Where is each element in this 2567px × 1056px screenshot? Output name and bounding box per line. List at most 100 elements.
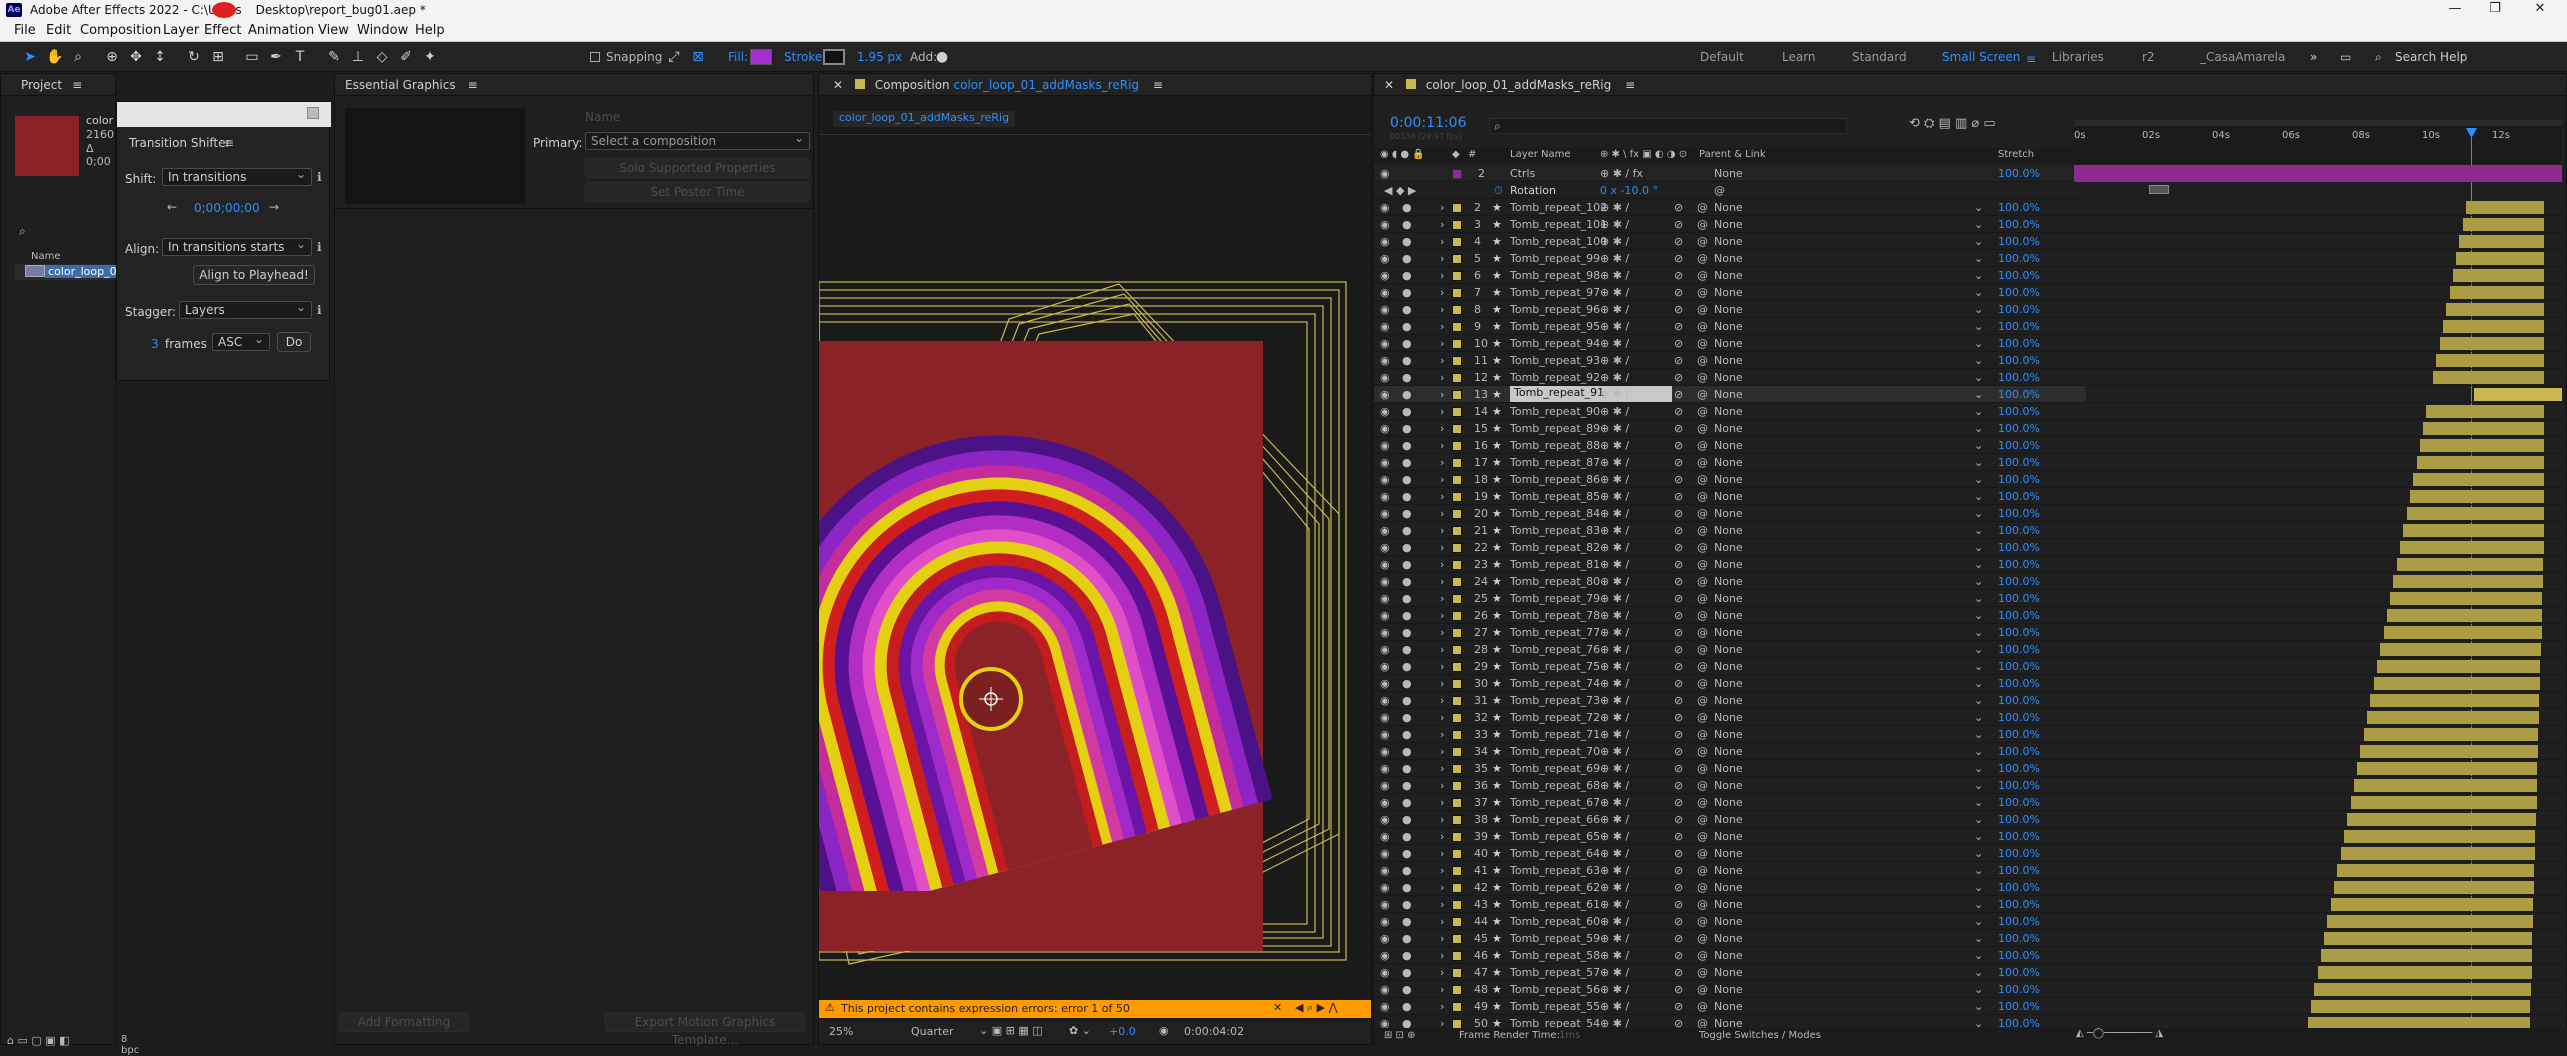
menu-help[interactable]: Help <box>415 23 445 38</box>
pickwhip-icon[interactable]: @ <box>1697 898 1708 911</box>
layer-duration-bar[interactable] <box>2403 524 2544 537</box>
pickwhip-icon[interactable]: @ <box>1697 269 1708 282</box>
solo-dot-icon[interactable]: ● <box>1402 728 1412 741</box>
layer-row[interactable]: ◉ ● › 42 ★ Tomb_repeat_62 ⊕ ✱ / ⊘ @ None ⌄ 100.0% <box>1374 879 2086 896</box>
expand-icon[interactable]: › <box>1440 303 1444 316</box>
stretch-value[interactable]: 100.0% <box>1998 405 2040 418</box>
layer-duration-bar[interactable] <box>2380 643 2541 656</box>
layer-name[interactable]: Tomb_repeat_75 <box>1510 660 1600 673</box>
parent-dropdown[interactable]: None <box>1714 541 1743 554</box>
layer-row[interactable]: ◉ ● › 10 ★ Tomb_repeat_94 ⊕ ✱ / ⊘ @ None ⌄ 100.0% <box>1374 335 2086 352</box>
motion-blur-icon[interactable]: ⊘ <box>1674 575 1683 588</box>
monitor-icon[interactable]: ▭ <box>2340 50 2351 64</box>
layer-name[interactable]: Tomb_repeat_56 <box>1510 983 1600 996</box>
expand-icon[interactable]: › <box>1440 796 1444 809</box>
layer-duration-bar[interactable] <box>2317 966 2532 979</box>
expand-icon[interactable]: › <box>1440 966 1444 979</box>
stretch-value[interactable]: 100.0% <box>1998 371 2040 384</box>
resolution-dropdown[interactable]: Quarter <box>911 1025 954 1038</box>
layer-name[interactable]: Tomb_repeat_66 <box>1510 813 1600 826</box>
layer-switch-icons[interactable]: ⊕ ✱ / <box>1600 320 1629 333</box>
layer-name[interactable]: Tomb_repeat_76 <box>1510 643 1600 656</box>
parent-dropdown[interactable]: None <box>1714 779 1743 792</box>
label-swatch-icon[interactable] <box>1452 594 1462 604</box>
parent-dropdown[interactable]: None <box>1714 881 1743 894</box>
stroke-width[interactable]: 1.95 px <box>857 50 902 64</box>
menu-view[interactable]: View <box>318 23 349 38</box>
shift-time-value[interactable]: 0;00;00;00 <box>194 201 260 215</box>
eye-icon[interactable]: ◉ <box>1380 694 1390 707</box>
parent-dropdown-arrow-icon[interactable]: ⌄ <box>1974 847 1983 860</box>
motion-blur-icon[interactable]: ⊘ <box>1674 235 1683 248</box>
expand-icon[interactable]: › <box>1440 456 1444 469</box>
expand-icon[interactable]: › <box>1440 592 1444 605</box>
layer-name[interactable]: Tomb_repeat_97 <box>1510 286 1600 299</box>
parent-dropdown[interactable]: None <box>1714 439 1743 452</box>
eye-icon[interactable]: ◉ <box>1380 762 1390 775</box>
eye-icon[interactable]: ◉ <box>1380 320 1390 333</box>
layer-row[interactable]: ◉ ● › 12 ★ Tomb_repeat_92 ⊕ ✱ / ⊘ @ None ⌄ 100.0% <box>1374 369 2086 386</box>
parent-dropdown[interactable]: None <box>1714 252 1743 265</box>
stretch-value[interactable]: 100.0% <box>1998 949 2040 962</box>
label-swatch-icon[interactable] <box>1452 441 1462 451</box>
expand-icon[interactable]: › <box>1440 507 1444 520</box>
eye-icon[interactable]: ◉ <box>1380 915 1390 928</box>
eye-icon[interactable]: ◉ <box>1380 949 1390 962</box>
layer-duration-bar[interactable] <box>2310 1000 2531 1013</box>
layer-switch-icons[interactable]: ⊕ ✱ / <box>1600 592 1629 605</box>
menu-animation[interactable]: Animation <box>248 23 314 38</box>
pickwhip-icon[interactable]: @ <box>1697 507 1708 520</box>
parent-dropdown-arrow-icon[interactable]: ⌄ <box>1974 439 1983 452</box>
motion-blur-icon[interactable]: ⊘ <box>1674 949 1683 962</box>
eye-icon[interactable]: ◉ <box>1380 269 1390 282</box>
expand-icon[interactable]: › <box>1440 388 1444 401</box>
layer-row[interactable]: ◉ ● › 17 ★ Tomb_repeat_87 ⊕ ✱ / ⊘ @ None ⌄ 100.0% <box>1374 454 2086 471</box>
pickwhip-icon[interactable]: @ <box>1697 915 1708 928</box>
solo-dot-icon[interactable]: ● <box>1402 507 1412 520</box>
eye-icon[interactable]: ◉ <box>1380 983 1390 996</box>
label-swatch-icon[interactable] <box>1452 237 1462 247</box>
stretch-value[interactable]: 100.0% <box>1998 473 2040 486</box>
parent-dropdown[interactable]: None <box>1714 354 1743 367</box>
solo-dot-icon[interactable]: ● <box>1402 898 1412 911</box>
layer-switch-icons[interactable]: ⊕ ✱ / <box>1600 830 1629 843</box>
label-swatch-icon[interactable] <box>1452 781 1462 791</box>
eraser-tool-icon[interactable]: ◇ <box>374 49 390 65</box>
layer-duration-bar[interactable] <box>2373 677 2540 690</box>
layer-switch-icons[interactable]: ⊕ ✱ / <box>1600 337 1629 350</box>
search-icon[interactable]: ⌕ <box>2375 50 2382 65</box>
parent-dropdown-arrow-icon[interactable]: ⌄ <box>1974 830 1983 843</box>
eye-icon[interactable]: ◉ <box>1380 813 1390 826</box>
layer-duration-bar[interactable] <box>2409 490 2544 503</box>
motion-blur-icon[interactable]: ⊘ <box>1674 609 1683 622</box>
solo-dot-icon[interactable]: ● <box>1402 354 1412 367</box>
parent-dropdown[interactable]: None <box>1714 915 1743 928</box>
parent-dropdown[interactable]: None <box>1714 796 1743 809</box>
expand-icon[interactable]: › <box>1440 541 1444 554</box>
snapshot-icon[interactable]: ◉ <box>1159 1024 1169 1037</box>
motion-blur-icon[interactable]: ⊘ <box>1674 779 1683 792</box>
expand-icon[interactable]: › <box>1440 354 1444 367</box>
label-swatch-icon[interactable] <box>1452 917 1462 927</box>
bpc-label[interactable]: 8 bpc <box>121 1034 139 1056</box>
label-swatch-icon[interactable]: ■ <box>1452 167 1462 180</box>
pan-behind-tool-icon[interactable]: ⊞ <box>210 49 226 65</box>
solo-dot-icon[interactable]: ● <box>1402 796 1412 809</box>
layer-duration-bar[interactable] <box>2393 575 2543 588</box>
parent-dropdown-arrow-icon[interactable]: ⌄ <box>1974 779 1983 792</box>
parent-dropdown[interactable]: None <box>1714 303 1743 316</box>
eye-icon[interactable]: ◉ <box>1380 1000 1390 1013</box>
layer-row[interactable]: ◉ ● › 11 ★ Tomb_repeat_93 ⊕ ✱ / ⊘ @ None ⌄ 100.0% <box>1374 352 2086 369</box>
expand-icon[interactable]: › <box>1440 371 1444 384</box>
eye-icon[interactable]: ◉ <box>1380 966 1390 979</box>
parent-dropdown[interactable]: None <box>1714 609 1743 622</box>
layer-name[interactable]: Tomb_repeat_55 <box>1510 1000 1600 1013</box>
label-swatch-icon[interactable] <box>1452 373 1462 383</box>
solo-dot-icon[interactable]: ● <box>1402 422 1412 435</box>
comp-timecode[interactable]: 0:00:04:02 <box>1184 1025 1244 1038</box>
parent-dropdown-arrow-icon[interactable]: ⌄ <box>1974 541 1983 554</box>
solo-dot-icon[interactable]: ● <box>1402 609 1412 622</box>
rotation-value[interactable]: 0 x -10.0 ° <box>1600 184 1658 197</box>
parent-dropdown[interactable]: None <box>1714 626 1743 639</box>
parent-dropdown[interactable]: None <box>1714 575 1743 588</box>
